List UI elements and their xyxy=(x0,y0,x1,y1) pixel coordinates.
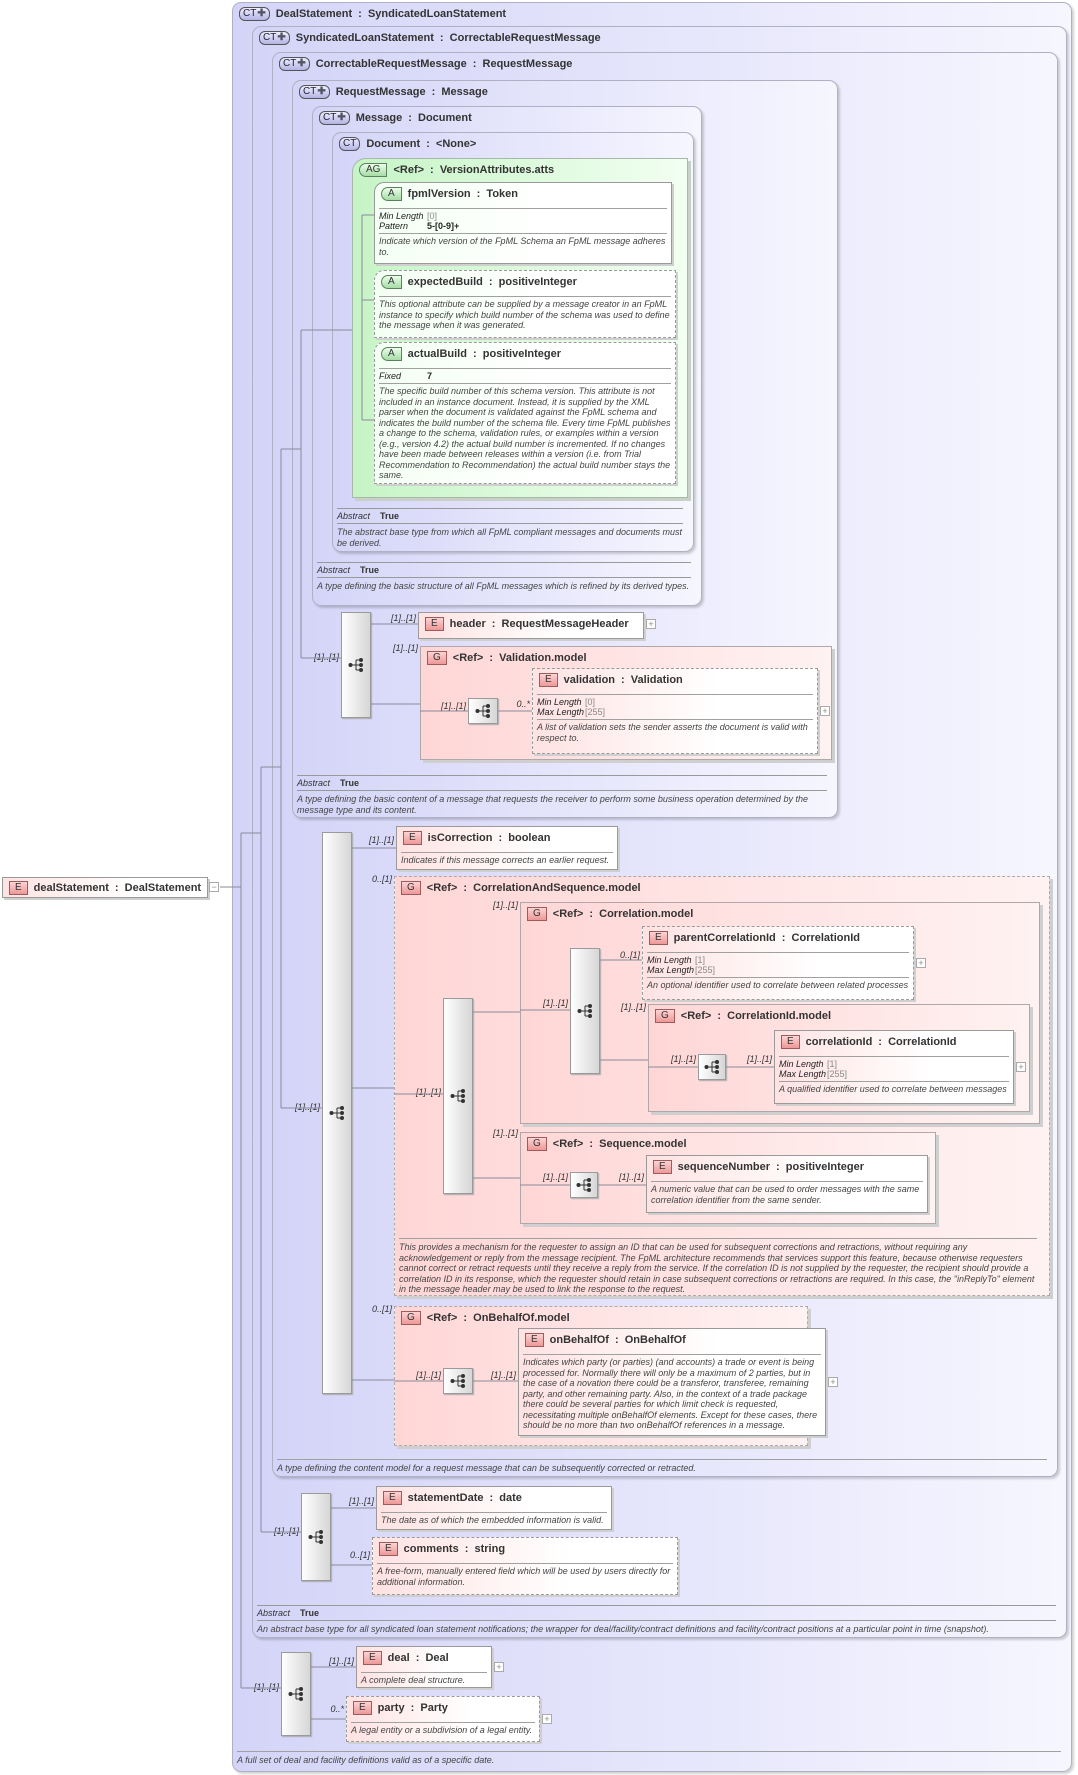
connector-lines xyxy=(220,214,774,1720)
